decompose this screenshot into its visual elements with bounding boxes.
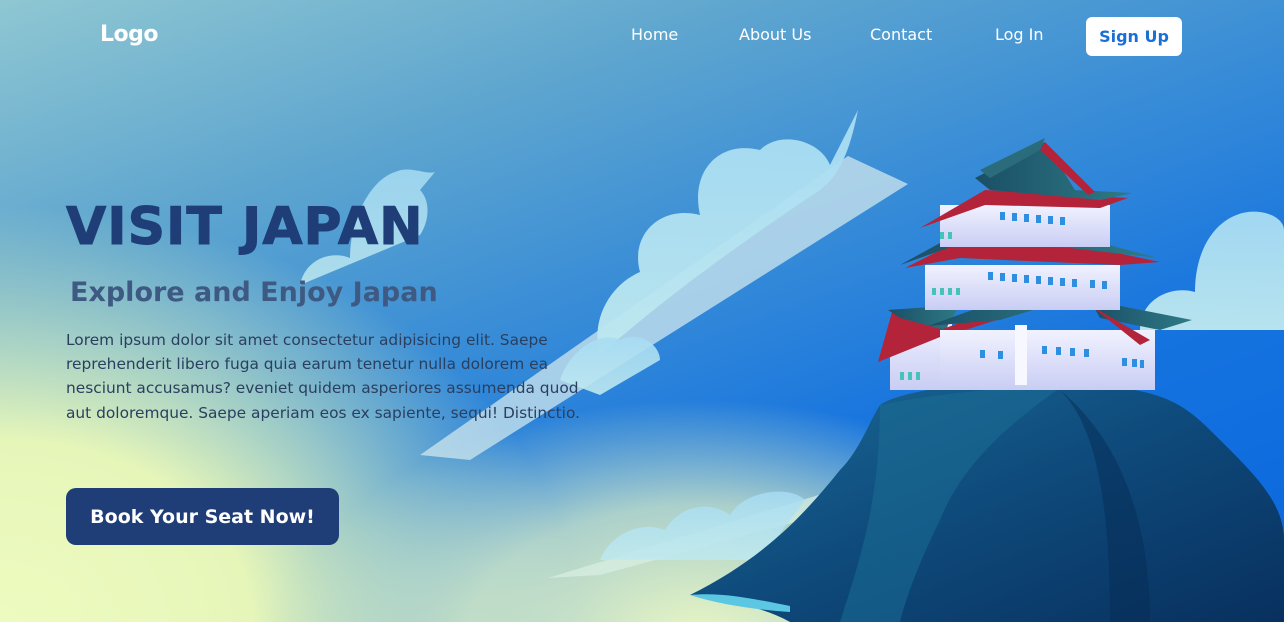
nav-link-log-in[interactable]: Log In xyxy=(995,25,1044,44)
nav-link-about-us[interactable]: About Us xyxy=(739,25,811,44)
nav-link-home[interactable]: Home xyxy=(631,25,678,44)
nav-link-contact[interactable]: Contact xyxy=(870,25,932,44)
hero-subtitle: Explore and Enjoy Japan xyxy=(70,277,438,308)
hero-title: VISIT JAPAN xyxy=(66,197,424,258)
castle-shape xyxy=(878,138,1192,390)
book-seat-button[interactable]: Book Your Seat Now! xyxy=(66,488,339,545)
sign-up-button[interactable]: Sign Up xyxy=(1086,17,1182,56)
hero-description: Lorem ipsum dolor sit amet consectetur a… xyxy=(66,331,580,422)
